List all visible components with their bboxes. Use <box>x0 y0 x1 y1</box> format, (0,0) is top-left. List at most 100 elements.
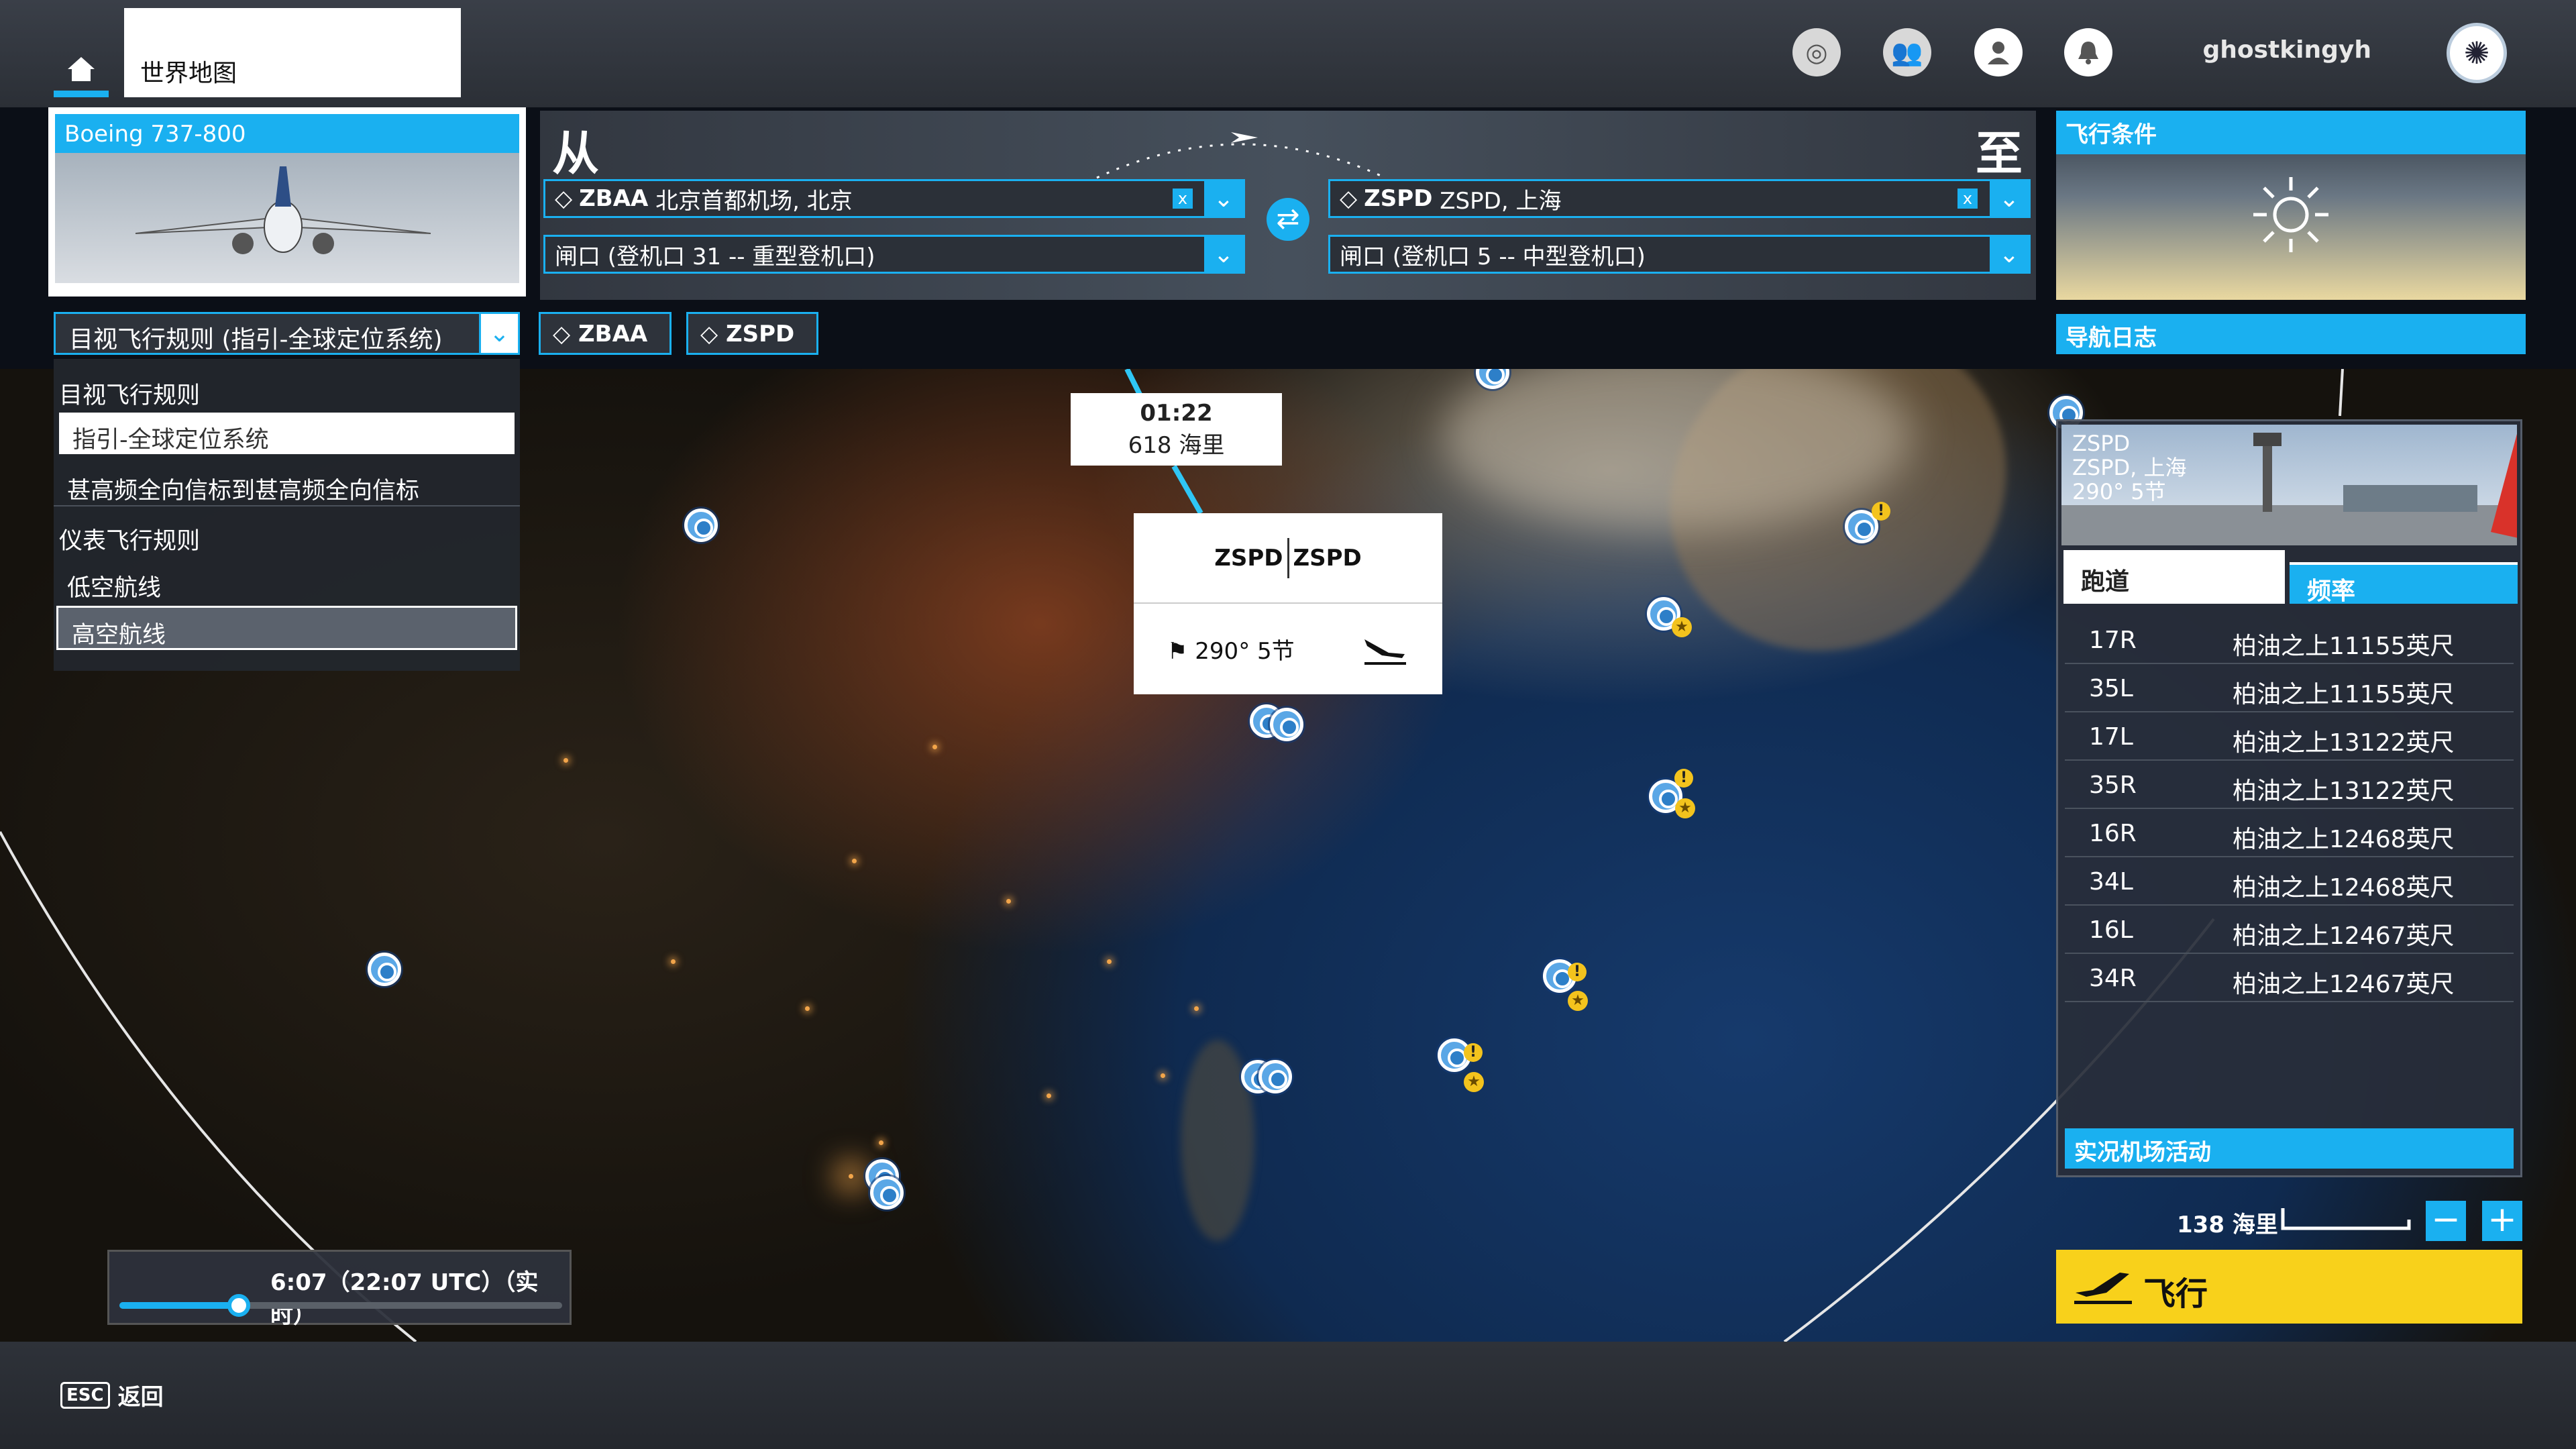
flight-rules-select[interactable]: 目视飞行规则 (指引-全球定位系统) ⌄ <box>54 312 520 355</box>
warning-icon: ! <box>1872 502 1890 521</box>
bottom-bar <box>0 1342 2576 1449</box>
aircraft-card[interactable]: Boeing 737-800 <box>48 107 526 297</box>
sun-icon <box>2253 177 2328 252</box>
map-scale-text: 138 海里 <box>2177 1212 2278 1238</box>
waypoint-label: ZBAA <box>578 321 648 347</box>
runway-row[interactable]: 17L 柏油之上13122英尺 <box>2065 712 2514 761</box>
airport-info-panel: ZSPD ZSPD, 上海 290° 5节 跑道 频率 17R 柏油之上11155… <box>2056 419 2522 1177</box>
route-time-tooltip: 01:22 618 海里 <box>1071 393 1282 466</box>
runway-surface: 柏油之上13122英尺 <box>2233 729 2455 757</box>
destination-popup[interactable]: ZSPD ZSPD ⚑ 290° 5节 <box>1134 513 1442 694</box>
popup-code-left: ZSPD <box>1214 544 1283 572</box>
flight-rules-menu: 目视飞行规则 指引-全球定位系统 甚高频全向信标到甚高频全向信标 仪表飞行规则 … <box>54 359 520 671</box>
airport-code: ZSPD <box>2072 431 2131 456</box>
waypoint-chip-zspd[interactable]: ◇ ZSPD <box>686 312 818 355</box>
menu-item-low-altitude[interactable]: 低空航线 <box>54 557 520 604</box>
runway-id: 16R <box>2089 820 2137 847</box>
aircraft-name: Boeing 737-800 <box>55 114 519 153</box>
runway-surface: 柏油之上11155英尺 <box>2233 681 2455 708</box>
runway-row[interactable]: 35L 柏油之上11155英尺 <box>2065 664 2514 712</box>
airport-wind: 290° 5节 <box>2072 479 2166 504</box>
time-slider-fill <box>119 1302 239 1309</box>
runway-row[interactable]: 35R 柏油之上13122英尺 <box>2065 761 2514 809</box>
arrival-code: ZSPD <box>1364 185 1433 212</box>
flight-arc-icon <box>1096 132 1386 179</box>
runway-surface: 柏油之上12468英尺 <box>2233 826 2455 853</box>
esc-key: ESC <box>60 1381 110 1409</box>
friends-icon[interactable]: 👥 <box>1883 28 1931 76</box>
home-button[interactable] <box>54 47 109 97</box>
tab-world-map[interactable]: 世界地图 <box>124 8 461 97</box>
airport-marker[interactable] <box>870 1176 904 1210</box>
aircraft-image <box>55 153 519 283</box>
airport-name: ZSPD, 上海 <box>2072 455 2187 480</box>
progress-icon[interactable]: ◎ <box>1792 28 1841 76</box>
menu-group-vfr: 目视飞行规则 <box>59 382 201 409</box>
menu-item-gps[interactable]: 指引-全球定位系统 <box>59 413 515 454</box>
menu-item-vor-to-vor[interactable]: 甚高频全向信标到甚高频全向信标 <box>54 460 520 506</box>
clear-departure-button[interactable]: x <box>1173 189 1193 209</box>
runway-row[interactable]: 17R 柏油之上11155英尺 <box>2065 616 2514 664</box>
live-airport-activity-button[interactable]: 实况机场活动 <box>2065 1128 2514 1169</box>
fly-button[interactable]: 飞行 <box>2056 1250 2522 1324</box>
arrival-gate: 闸口 (登机口 5 -- 中型登机口) <box>1340 243 1646 270</box>
swap-route-button[interactable]: ⇄ <box>1267 198 1309 241</box>
map-scale-bar <box>2281 1208 2411 1230</box>
departure-airport-field[interactable]: ◇ ZBAA 北京首都机场, 北京 x ⌄ <box>543 179 1245 218</box>
chevron-down-icon[interactable]: ⌄ <box>1204 179 1243 218</box>
star-icon: ★ <box>1464 1072 1484 1092</box>
menu-item-high-altitude[interactable]: 高空航线 <box>56 606 517 650</box>
time-slider-track[interactable] <box>119 1294 562 1317</box>
runway-id: 34R <box>2089 965 2137 992</box>
runway-row[interactable]: 34R 柏油之上12467英尺 <box>2065 954 2514 1002</box>
runway-id: 34L <box>2089 868 2133 896</box>
waypoint-chip-zbaa[interactable]: ◇ ZBAA <box>539 312 672 355</box>
back-label: 返回 <box>117 1384 164 1411</box>
back-button[interactable]: ESC 返回 <box>60 1379 164 1411</box>
airport-marker[interactable] <box>368 953 401 986</box>
runway-surface: 柏油之上12468英尺 <box>2233 874 2455 902</box>
zoom-out-button[interactable]: − <box>2426 1201 2466 1241</box>
runway-id: 16L <box>2089 916 2133 944</box>
flight-rules-selected: 目视飞行规则 (指引-全球定位系统) <box>69 326 443 354</box>
warning-icon: ! <box>1674 769 1693 788</box>
arrival-airport-field[interactable]: ◇ ZSPD ZSPD, 上海 x ⌄ <box>1328 179 2031 218</box>
time-of-day: 6:07（22:07 UTC）（实时） <box>270 1269 539 1329</box>
chevron-down-icon[interactable]: ⌄ <box>1990 235 2029 274</box>
landing-icon <box>1364 639 1406 665</box>
departure-name: 北京首都机场, 北京 <box>655 187 853 215</box>
profile-icon[interactable] <box>1974 28 2023 76</box>
location-icon: ◇ <box>700 321 718 347</box>
route-distance: 618 海里 <box>1128 432 1225 459</box>
zoom-in-button[interactable]: + <box>2482 1201 2522 1241</box>
avatar[interactable]: ✺ <box>2447 23 2507 83</box>
location-icon: ◇ <box>555 185 573 212</box>
chevron-down-icon[interactable]: ⌄ <box>1990 179 2029 218</box>
home-icon <box>68 56 95 81</box>
runway-row[interactable]: 34L 柏油之上12468英尺 <box>2065 857 2514 906</box>
arrival-gate-select[interactable]: 闸口 (登机口 5 -- 中型登机口) ⌄ <box>1328 235 2031 274</box>
runway-surface: 柏油之上12467英尺 <box>2233 922 2455 950</box>
clear-arrival-button[interactable]: x <box>1957 189 1978 209</box>
airport-photo: ZSPD ZSPD, 上海 290° 5节 <box>2061 425 2517 545</box>
flight-conditions-panel[interactable]: 飞行条件 <box>2056 111 2526 300</box>
runway-row[interactable]: 16R 柏油之上12468英尺 <box>2065 809 2514 857</box>
runway-surface: 柏油之上12467英尺 <box>2233 971 2455 998</box>
menu-group-ifr: 仪表飞行规则 <box>59 528 201 555</box>
tab-frequencies[interactable]: 频率 <box>2290 562 2518 605</box>
tab-runways[interactable]: 跑道 <box>2063 550 2285 604</box>
star-icon: ★ <box>1672 617 1692 637</box>
airport-marker[interactable] <box>1258 1060 1292 1093</box>
airport-marker[interactable] <box>684 508 718 542</box>
departure-gate: 闸口 (登机口 31 -- 重型登机口) <box>555 243 875 270</box>
username[interactable]: ghostkingyh <box>2202 36 2371 64</box>
time-slider-thumb[interactable] <box>227 1294 251 1317</box>
nav-log-button[interactable]: 导航日志 <box>2056 314 2526 354</box>
windsock-icon: ⚑ <box>1167 638 1188 665</box>
notifications-icon[interactable] <box>2064 28 2112 76</box>
chevron-down-icon[interactable]: ⌄ <box>479 314 518 353</box>
airport-marker[interactable] <box>1270 708 1303 741</box>
runway-row[interactable]: 16L 柏油之上12467英尺 <box>2065 906 2514 954</box>
chevron-down-icon[interactable]: ⌄ <box>1204 235 1243 274</box>
departure-gate-select[interactable]: 闸口 (登机口 31 -- 重型登机口) ⌄ <box>543 235 1245 274</box>
